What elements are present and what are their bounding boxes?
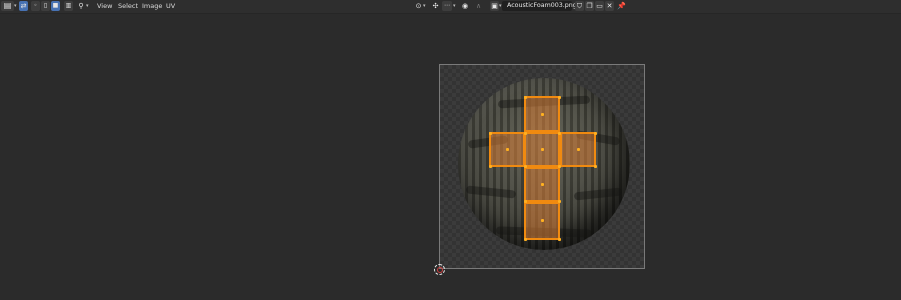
2d-cursor-icon[interactable] xyxy=(434,264,445,275)
proportional-edit-icon[interactable]: ⋯ xyxy=(442,1,452,11)
proportional-falloff-icon[interactable]: ◉ xyxy=(460,1,470,11)
uv-vertex[interactable] xyxy=(524,132,527,135)
uv-vertex[interactable] xyxy=(489,165,492,168)
vertex-select-icon[interactable]: ◦ xyxy=(31,1,40,11)
image-browse-icon[interactable]: ▣ xyxy=(490,1,499,11)
uv-face-dot[interactable] xyxy=(541,183,544,186)
menu-view[interactable]: View xyxy=(95,1,114,11)
image-name-field[interactable]: AcousticFoam003.png xyxy=(502,1,572,11)
uv-vertex[interactable] xyxy=(558,132,561,135)
uv-face-dot[interactable] xyxy=(541,113,544,116)
uv-vertex[interactable] xyxy=(524,165,527,168)
uv-vertex[interactable] xyxy=(489,132,492,135)
menu-uv[interactable]: UV xyxy=(164,1,177,11)
image-editor-icon[interactable]: ▤ xyxy=(1,1,14,11)
uv-face-dot[interactable] xyxy=(541,219,544,222)
chevron-down-icon[interactable]: ▾ xyxy=(423,1,426,11)
uv-vertex[interactable] xyxy=(594,132,597,135)
chevron-down-icon[interactable]: ▾ xyxy=(86,1,89,11)
snap-icon[interactable]: ✣ xyxy=(431,1,440,11)
uv-vertex[interactable] xyxy=(524,96,527,99)
mask-icon[interactable]: ∧ xyxy=(476,1,481,11)
uv-vertex[interactable] xyxy=(524,238,527,241)
chevron-down-icon[interactable]: ▾ xyxy=(14,1,17,11)
uv-sync-selection-icon[interactable]: ⇄ xyxy=(19,1,28,11)
island-select-icon[interactable]: ▥ xyxy=(64,1,73,11)
open-image-folder-icon[interactable]: ▭ xyxy=(595,1,604,11)
edge-select-icon[interactable]: ▯ xyxy=(41,1,50,11)
pivot-point-icon[interactable]: ⊙ xyxy=(414,1,423,11)
uv-vertex[interactable] xyxy=(594,165,597,168)
texture-band xyxy=(466,185,517,198)
menu-select[interactable]: Select xyxy=(116,1,140,11)
uv-vertex[interactable] xyxy=(558,96,561,99)
face-select-icon[interactable]: ■ xyxy=(51,1,60,11)
uv-face-dot[interactable] xyxy=(577,148,580,151)
chevron-down-icon[interactable]: ▾ xyxy=(453,1,456,11)
uv-vertex[interactable] xyxy=(558,238,561,241)
uv-editor-header: ▤ ▾ ⇄ ◦ ▯ ■ ▥ ⚲ ▾ View Select Image UV ⊙… xyxy=(0,0,901,14)
uv-face-dot[interactable] xyxy=(506,148,509,151)
menu-image[interactable]: Image xyxy=(140,1,164,11)
uv-vertex[interactable] xyxy=(524,200,527,203)
uv-vertex[interactable] xyxy=(558,165,561,168)
uv-vertex[interactable] xyxy=(558,200,561,203)
fake-user-shield-icon[interactable]: ⛉ xyxy=(575,1,584,11)
unlink-close-icon[interactable]: ✕ xyxy=(605,1,614,11)
uv-face-dot[interactable] xyxy=(541,148,544,151)
pin-icon[interactable]: 📌 xyxy=(617,1,626,11)
sticky-selection-icon[interactable]: ⚲ xyxy=(77,1,85,11)
new-image-icon[interactable]: ❐ xyxy=(585,1,594,11)
texture-band xyxy=(574,188,623,201)
